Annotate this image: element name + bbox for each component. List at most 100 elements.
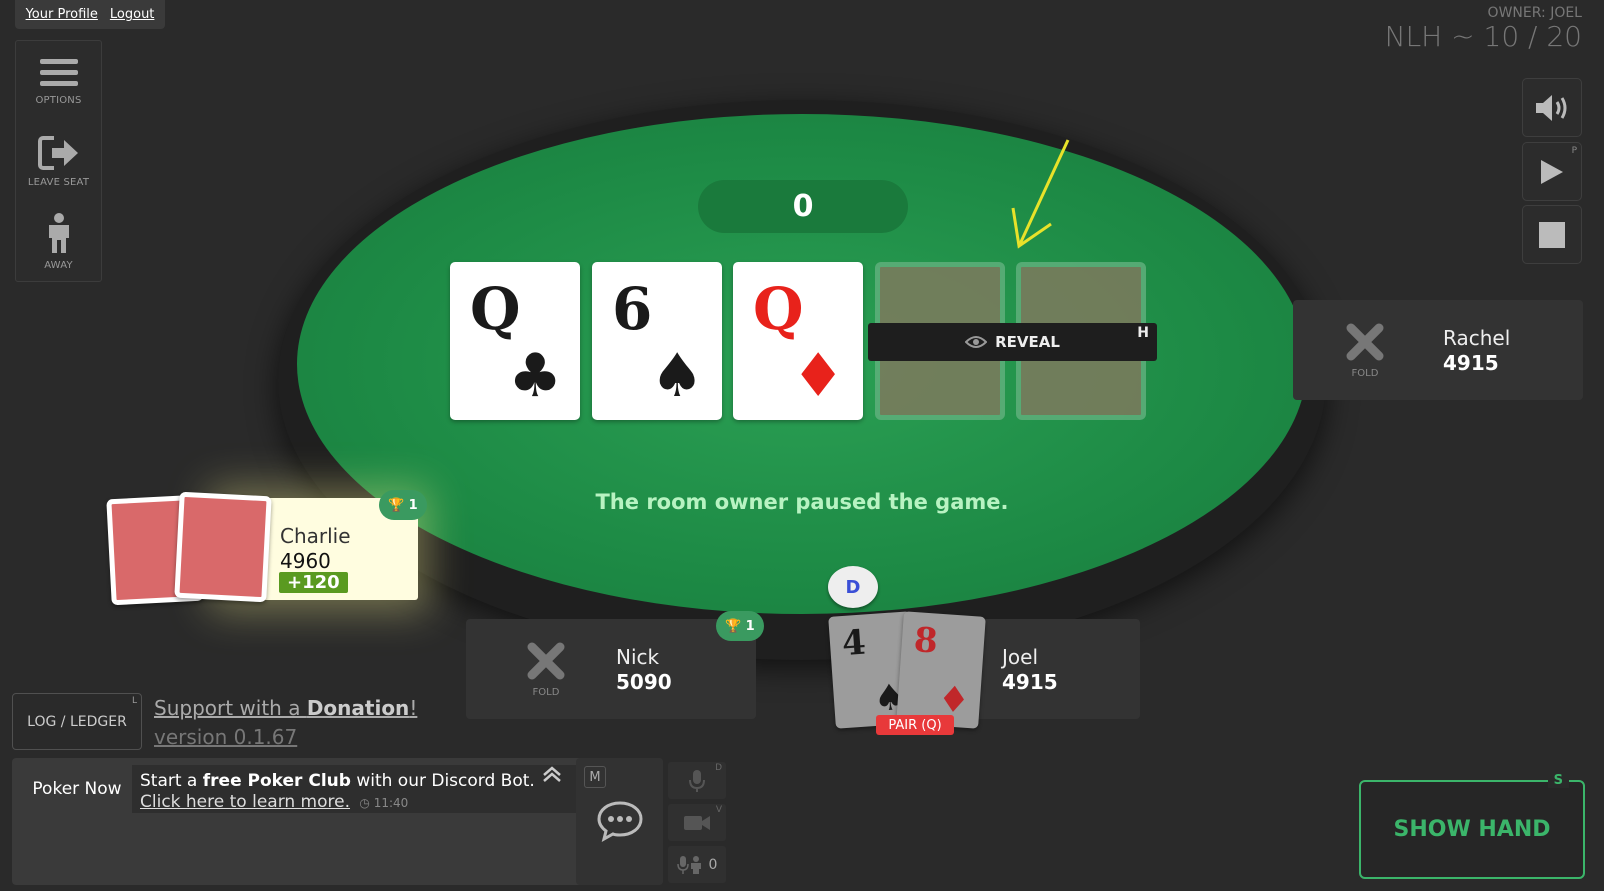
chat-text-prefix: Start a — [140, 771, 203, 791]
hole-card-2: 8 ♦ — [896, 611, 986, 729]
chat-text-suffix: with our Discord Bot. — [350, 771, 535, 791]
listener-count: 0 — [708, 856, 718, 873]
facedown-card — [174, 491, 272, 603]
trophy-icon: 🏆 — [388, 497, 405, 513]
player-name: Charlie — [280, 524, 351, 548]
fold-indicator: FOLD — [526, 641, 566, 698]
leave-seat-label: LEAVE SEAT — [27, 176, 90, 188]
your-profile-link[interactable]: Your Profile — [26, 7, 98, 22]
away-button[interactable]: AWAY — [16, 201, 101, 281]
winnings-badge: +120 — [279, 572, 348, 593]
donation-link[interactable]: Support with a Donation! — [154, 696, 417, 720]
reveal-button[interactable]: REVEAL H — [868, 323, 1157, 361]
log-ledger-button[interactable]: LOG / LEDGER L — [12, 693, 142, 750]
microphone-icon — [689, 769, 705, 792]
show-hand-label: SHOW HAND — [1393, 817, 1551, 842]
card-rank: 6 — [612, 275, 653, 343]
trophy-icon: 🏆 — [725, 618, 742, 634]
card-rank: Q — [470, 275, 521, 343]
clubs-icon: ♣ — [508, 341, 562, 411]
player-stack: 4915 — [1002, 670, 1058, 694]
trophy-badge: 🏆 1 — [716, 611, 764, 641]
trophy-badge: 🏆 1 — [379, 490, 427, 520]
player-seat-nick: FOLD Nick 5090 — [466, 619, 756, 719]
mic-person-icon — [676, 855, 701, 874]
status-message: The room owner paused the game. — [595, 490, 1009, 514]
sound-button[interactable] — [1522, 78, 1582, 137]
card-rank: 4 — [840, 622, 868, 665]
trophy-count: 1 — [745, 618, 755, 634]
chat-timestamp: ◷ 11:40 — [359, 796, 409, 810]
player-seat-rachel: FOLD Rachel 4915 — [1293, 300, 1583, 400]
chat-text: Start a free Poker Club with our Discord… — [132, 765, 535, 813]
away-label: AWAY — [44, 259, 73, 271]
board-card-3: Q ♦ — [733, 262, 863, 420]
fold-indicator: FOLD — [1345, 322, 1385, 379]
chat-bubble-icon — [597, 801, 643, 842]
person-icon — [48, 212, 69, 253]
microphone-button[interactable]: D — [668, 762, 726, 799]
trophy-count: 1 — [408, 497, 418, 513]
learn-more-link[interactable]: Click here to learn more. — [140, 792, 350, 812]
menu-icon — [39, 58, 78, 86]
eye-icon — [965, 336, 988, 348]
exit-icon — [37, 135, 78, 170]
support-prefix: Support with a — [154, 696, 307, 720]
chat-hotkey: M — [584, 766, 606, 788]
video-hotkey: V — [715, 805, 722, 815]
player-name: Rachel — [1443, 326, 1511, 350]
annotation-arrow — [1011, 139, 1070, 249]
video-camera-icon — [684, 815, 710, 830]
pot-amount: 0 — [698, 180, 908, 233]
dealer-button: D — [828, 566, 878, 608]
close-icon — [527, 642, 565, 680]
show-hand-button[interactable]: SHOW HAND S — [1359, 773, 1585, 879]
stop-icon — [1539, 221, 1565, 248]
board-card-2: 6 ♠ — [592, 262, 722, 420]
logout-link[interactable]: Logout — [110, 7, 155, 22]
game-stakes: NLH ~ 10 / 20 — [1384, 20, 1582, 53]
video-button[interactable]: V — [668, 804, 726, 841]
close-icon — [1346, 323, 1384, 361]
options-button[interactable]: OPTIONS — [16, 41, 101, 121]
chat-sender: Poker Now — [22, 765, 132, 813]
support-suffix: ! — [409, 696, 418, 720]
chat-panel: Poker Now Start a free Poker Club with o… — [12, 758, 663, 885]
reveal-hotkey: H — [1137, 325, 1149, 341]
reveal-label: REVEAL — [995, 333, 1060, 351]
leave-seat-button[interactable]: LEAVE SEAT — [16, 121, 101, 201]
voice-listeners-button[interactable]: 0 — [668, 846, 726, 883]
spades-icon: ♠ — [650, 341, 704, 411]
log-ledger-label: LOG / LEDGER — [27, 713, 127, 730]
chat-time: 11:40 — [373, 796, 409, 810]
log-hotkey: L — [131, 696, 137, 706]
card-rank: 8 — [912, 620, 940, 662]
stop-button[interactable] — [1522, 205, 1582, 264]
room-owner: OWNER: JOEL — [1487, 5, 1582, 21]
play-button[interactable]: P — [1522, 142, 1582, 201]
diamonds-icon: ♦ — [791, 341, 845, 411]
chat-text-bold: free Poker Club — [202, 771, 351, 791]
card-rank: Q — [753, 275, 804, 343]
player-name: Nick — [616, 645, 660, 669]
player-stack: 4915 — [1443, 351, 1499, 375]
player-name: Joel — [1002, 645, 1038, 669]
board-card-1: Q ♣ — [450, 262, 580, 420]
chevron-up-icon[interactable] — [542, 766, 562, 782]
support-bold: Donation — [306, 696, 410, 720]
options-label: OPTIONS — [35, 94, 82, 106]
fold-label: FOLD — [532, 687, 560, 698]
speaker-icon — [1536, 94, 1567, 121]
fold-label: FOLD — [1351, 368, 1379, 379]
player-stack: 4960 — [280, 549, 331, 573]
chat-toggle[interactable]: M — [576, 758, 663, 885]
side-menu: OPTIONS LEAVE SEAT AWAY — [15, 40, 102, 282]
play-icon — [1541, 159, 1563, 184]
show-hand-hotkey: S — [1547, 773, 1569, 788]
version-link[interactable]: version 0.1.67 — [154, 725, 297, 749]
hand-strength-badge: PAIR (Q) — [876, 715, 954, 735]
chat-message: Poker Now Start a free Poker Club with o… — [22, 765, 582, 813]
account-bar: Your Profile Logout — [15, 0, 165, 29]
play-hotkey: P — [1571, 146, 1577, 156]
mic-hotkey: D — [715, 763, 722, 773]
